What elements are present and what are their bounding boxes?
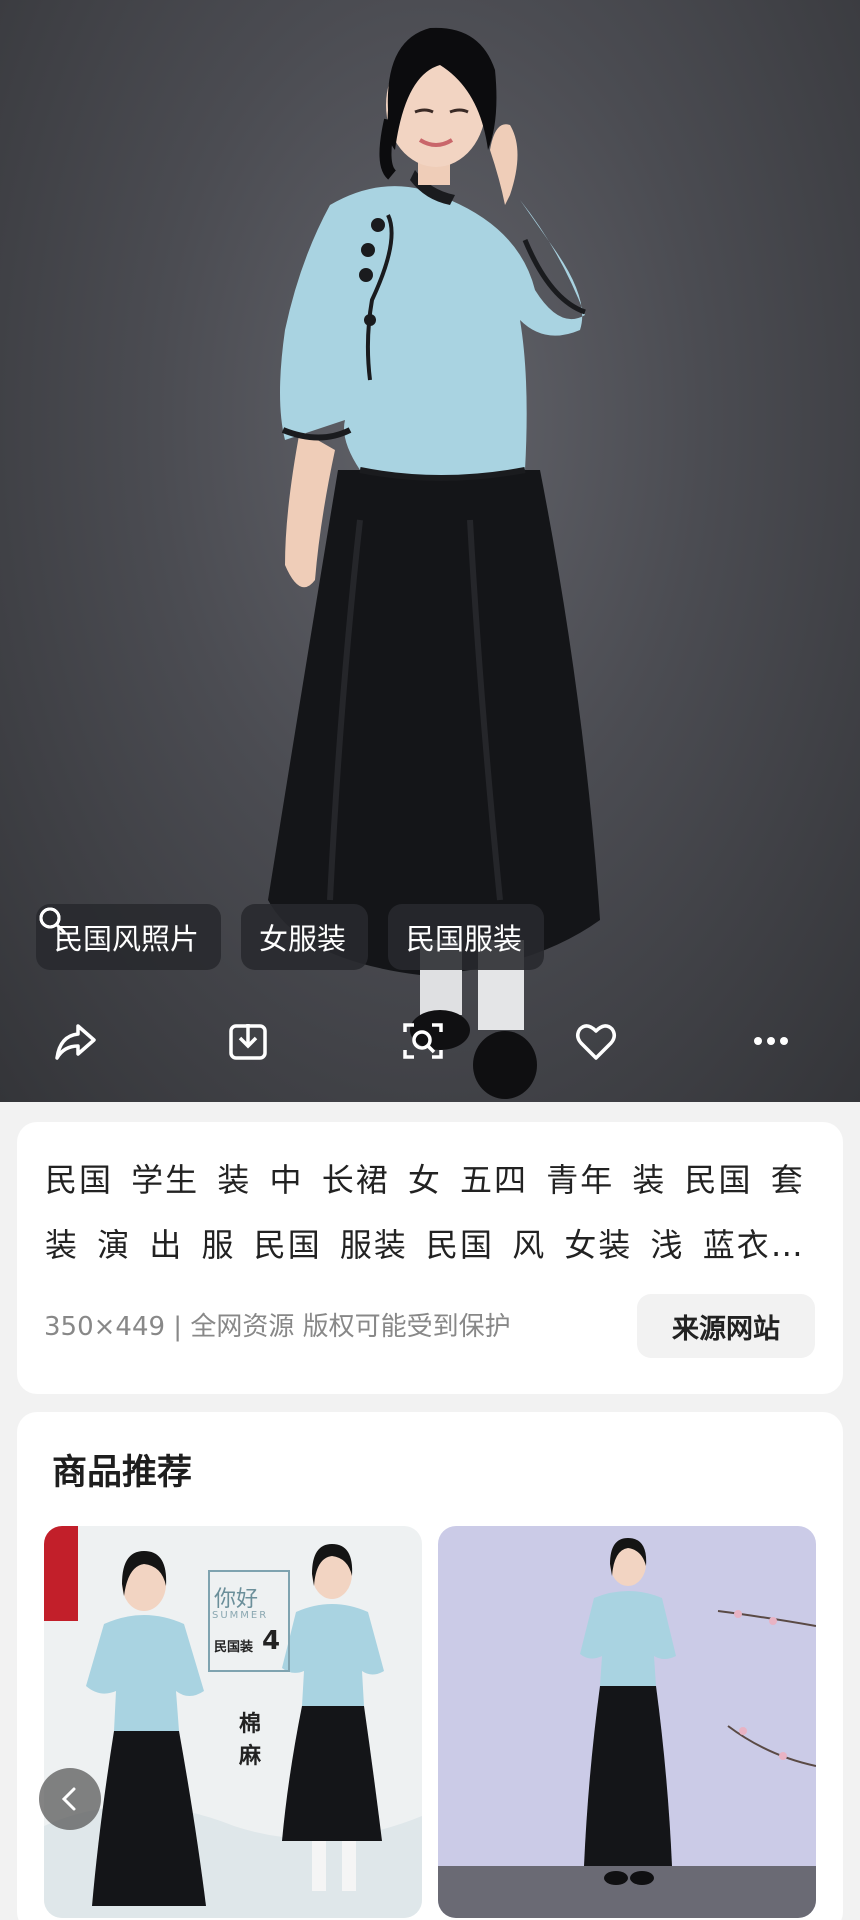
favorite-button[interactable] (573, 1018, 633, 1078)
section-title: 商品推荐 (52, 1453, 193, 1493)
chevron-left-icon (61, 1787, 76, 1811)
search-icon (39, 907, 66, 934)
product-image (438, 1526, 816, 1918)
hero-image[interactable]: 民国风照片 女服装 民国服装 (0, 0, 860, 1102)
product-card[interactable]: 你好 SUMMER 民国装 4 棉 麻 (44, 1526, 422, 1918)
download-icon (229, 1024, 267, 1060)
visual-search-icon (403, 1023, 443, 1059)
product-overlay-text: SUMMER (212, 1610, 269, 1621)
source-site-button[interactable]: 来源网站 (637, 1294, 815, 1358)
product-overlay-text: 棉 (239, 1712, 262, 1737)
chip-label: 女服装 (259, 922, 347, 956)
carousel-prev-button[interactable] (39, 1768, 101, 1830)
more-button[interactable] (748, 1018, 808, 1078)
heart-icon (576, 1024, 616, 1060)
search-chip[interactable]: 民国服装 (39, 904, 545, 970)
image-viewer-page: 民国风照片 女服装 民国服装 民国 学生 装 中 长裙 女 五四 青年 装 民国… (0, 0, 860, 1920)
search-chip[interactable]: 女服装 (39, 904, 369, 970)
product-overlay-text: 你好 (214, 1587, 259, 1612)
image-title[interactable]: 民国 学生 装 中 长裙 女 五四 青年 装 民国 套装 演 出 服 民国 服装… (45, 1148, 815, 1278)
product-overlay-text: 民国装 (214, 1640, 254, 1655)
product-overlay-text: 4 (262, 1626, 281, 1656)
product-recommendations: 商品推荐 你好 SUMMER 民国装 4 棉 麻 (17, 1412, 843, 1920)
more-icon (754, 1037, 788, 1045)
chip-label: 民国服装 (406, 922, 523, 956)
image-info-card: 民国 学生 装 中 长裙 女 五四 青年 装 民国 套装 演 出 服 民国 服装… (17, 1122, 843, 1394)
visual-search-button[interactable] (400, 1018, 460, 1078)
related-search-chips: 民国风照片 女服装 民国服装 (36, 904, 545, 970)
share-icon (55, 1024, 96, 1060)
image-meta: 350×449 | 全网资源 版权可能受到保护 (44, 1312, 511, 1342)
image-action-bar (0, 1018, 860, 1078)
chip-label: 民国风照片 (54, 922, 200, 956)
share-button[interactable] (52, 1018, 112, 1078)
download-button[interactable] (225, 1018, 285, 1078)
product-card[interactable] (438, 1526, 816, 1918)
product-overlay-text: 麻 (239, 1744, 262, 1769)
